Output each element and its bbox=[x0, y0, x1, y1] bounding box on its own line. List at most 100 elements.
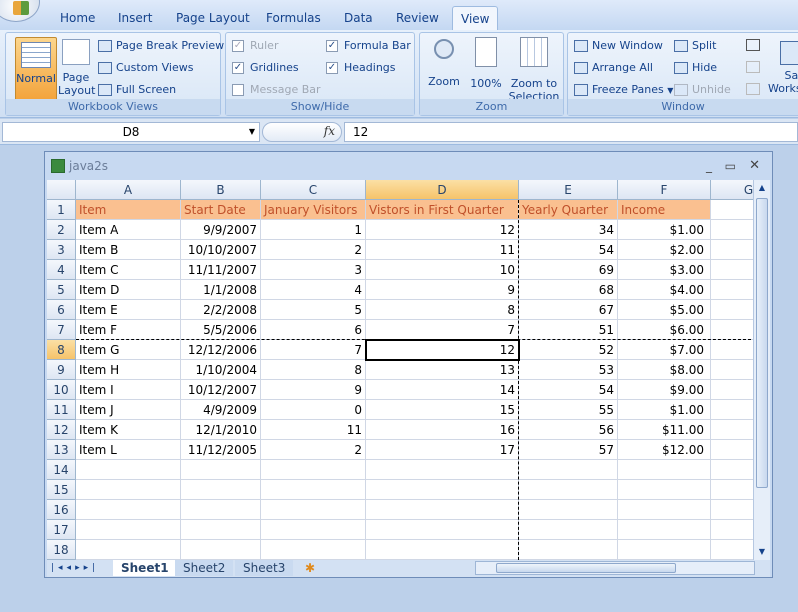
column-header-g[interactable]: G bbox=[711, 180, 753, 200]
cell[interactable] bbox=[711, 380, 753, 400]
cell[interactable] bbox=[76, 500, 181, 520]
cell[interactable] bbox=[711, 460, 753, 480]
cell[interactable] bbox=[711, 420, 753, 440]
cell[interactable] bbox=[366, 500, 519, 520]
cell[interactable] bbox=[519, 540, 618, 560]
office-button[interactable] bbox=[0, 0, 40, 22]
row-header-11[interactable]: 11 bbox=[47, 400, 76, 420]
row-header-15[interactable]: 15 bbox=[47, 480, 76, 500]
cell[interactable]: 11/12/2005 bbox=[181, 440, 261, 460]
cell[interactable]: Item I bbox=[76, 380, 181, 400]
cell[interactable]: Item J bbox=[76, 400, 181, 420]
row-header-4[interactable]: 4 bbox=[47, 260, 76, 280]
cell[interactable]: 13 bbox=[366, 360, 519, 380]
vertical-scrollbar[interactable]: ▲ ▼ bbox=[753, 180, 770, 560]
cell[interactable]: 54 bbox=[519, 380, 618, 400]
cell[interactable]: 1/1/2008 bbox=[181, 280, 261, 300]
cell[interactable] bbox=[76, 540, 181, 560]
row-header-16[interactable]: 16 bbox=[47, 500, 76, 520]
cell[interactable]: $5.00 bbox=[618, 300, 711, 320]
cell[interactable] bbox=[181, 480, 261, 500]
column-header-c[interactable]: C bbox=[261, 180, 366, 200]
cell[interactable] bbox=[618, 460, 711, 480]
cell[interactable]: Item bbox=[76, 200, 181, 220]
cell[interactable] bbox=[711, 260, 753, 280]
formula-input[interactable]: 12 bbox=[344, 122, 798, 142]
new-window-button[interactable]: New Window bbox=[574, 39, 663, 52]
cell[interactable]: Item A bbox=[76, 220, 181, 240]
tab-page-layout[interactable]: Page Layout bbox=[168, 6, 258, 30]
cell[interactable] bbox=[181, 540, 261, 560]
cell[interactable]: 69 bbox=[519, 260, 618, 280]
cell[interactable]: Item G bbox=[76, 340, 181, 360]
row-header-9[interactable]: 9 bbox=[47, 360, 76, 380]
cell[interactable]: 11 bbox=[366, 240, 519, 260]
column-header-d[interactable]: D bbox=[366, 180, 519, 200]
cell[interactable]: 8 bbox=[366, 300, 519, 320]
row-header-10[interactable]: 10 bbox=[47, 380, 76, 400]
cell[interactable]: $2.00 bbox=[618, 240, 711, 260]
row-header-2[interactable]: 2 bbox=[47, 220, 76, 240]
cell[interactable]: 12/12/2006 bbox=[181, 340, 261, 360]
horizontal-scrollbar[interactable] bbox=[475, 561, 755, 575]
normal-view-button[interactable]: Normal bbox=[15, 37, 57, 101]
cell[interactable]: 2/2/2008 bbox=[181, 300, 261, 320]
cell[interactable]: 34 bbox=[519, 220, 618, 240]
cell[interactable]: 12/1/2010 bbox=[181, 420, 261, 440]
cell[interactable]: 67 bbox=[519, 300, 618, 320]
split-button[interactable]: Split bbox=[674, 39, 716, 52]
cell[interactable]: $4.00 bbox=[618, 280, 711, 300]
cell[interactable]: $7.00 bbox=[618, 340, 711, 360]
cell[interactable] bbox=[618, 480, 711, 500]
close-button[interactable]: ✕ bbox=[749, 152, 760, 180]
scroll-down-icon[interactable]: ▼ bbox=[755, 544, 769, 560]
tab-data[interactable]: Data bbox=[336, 6, 381, 30]
cell[interactable] bbox=[711, 200, 753, 220]
row-header-5[interactable]: 5 bbox=[47, 280, 76, 300]
cell[interactable] bbox=[711, 300, 753, 320]
spreadsheet-grid[interactable]: A B C D E F G 1 Item Start Date January Visitors Vi… bbox=[47, 180, 753, 560]
cell[interactable]: 6 bbox=[261, 320, 366, 340]
cell[interactable]: 9 bbox=[366, 280, 519, 300]
cell[interactable]: 9/9/2007 bbox=[181, 220, 261, 240]
cell[interactable]: 1/10/2004 bbox=[181, 360, 261, 380]
cell[interactable]: 4/9/2009 bbox=[181, 400, 261, 420]
tab-home[interactable]: Home bbox=[52, 6, 103, 30]
cell[interactable]: $12.00 bbox=[618, 440, 711, 460]
cell[interactable]: January Visitors bbox=[261, 200, 366, 220]
cell[interactable]: 14 bbox=[366, 380, 519, 400]
cell[interactable]: $11.00 bbox=[618, 420, 711, 440]
cell[interactable]: $1.00 bbox=[618, 400, 711, 420]
cell[interactable]: Income bbox=[618, 200, 711, 220]
row-header-12[interactable]: 12 bbox=[47, 420, 76, 440]
row-header-14[interactable]: 14 bbox=[47, 460, 76, 480]
cell[interactable]: Item H bbox=[76, 360, 181, 380]
cell[interactable] bbox=[711, 500, 753, 520]
cell[interactable]: Item D bbox=[76, 280, 181, 300]
cell[interactable] bbox=[711, 340, 753, 360]
tab-insert[interactable]: Insert bbox=[110, 6, 160, 30]
cell[interactable]: Item E bbox=[76, 300, 181, 320]
cell[interactable] bbox=[711, 400, 753, 420]
cell[interactable] bbox=[261, 520, 366, 540]
cell[interactable] bbox=[181, 500, 261, 520]
cell[interactable]: 12 bbox=[366, 220, 519, 240]
column-header-f[interactable]: F bbox=[618, 180, 711, 200]
cell[interactable] bbox=[711, 320, 753, 340]
cell[interactable] bbox=[711, 520, 753, 540]
cell[interactable]: 5 bbox=[261, 300, 366, 320]
custom-views-button[interactable]: Custom Views bbox=[98, 61, 193, 74]
cell[interactable]: 11 bbox=[261, 420, 366, 440]
cell[interactable] bbox=[366, 460, 519, 480]
cell[interactable]: 57 bbox=[519, 440, 618, 460]
cell[interactable]: 51 bbox=[519, 320, 618, 340]
cell[interactable]: 16 bbox=[366, 420, 519, 440]
cell[interactable] bbox=[519, 460, 618, 480]
cell[interactable]: 10 bbox=[366, 260, 519, 280]
cell[interactable] bbox=[261, 540, 366, 560]
cell[interactable]: 10/10/2007 bbox=[181, 240, 261, 260]
cell[interactable]: $3.00 bbox=[618, 260, 711, 280]
cell[interactable]: 55 bbox=[519, 400, 618, 420]
cell[interactable]: 2 bbox=[261, 440, 366, 460]
tab-view[interactable]: View bbox=[452, 6, 499, 30]
